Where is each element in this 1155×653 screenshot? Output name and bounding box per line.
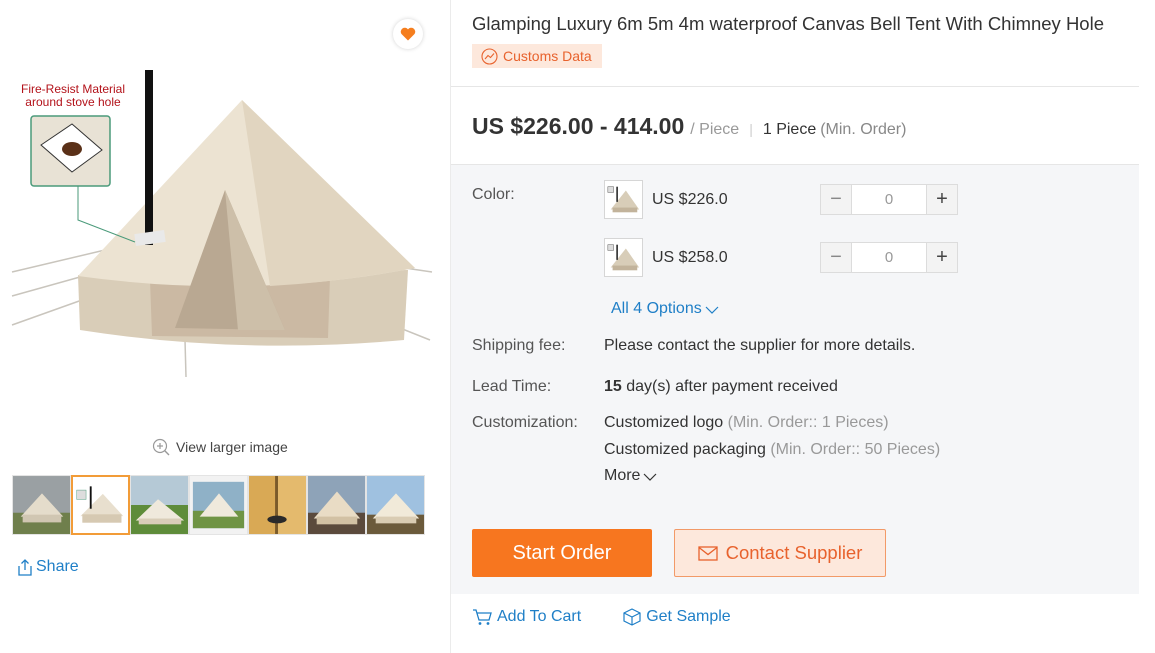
thumbnail-strip xyxy=(12,475,425,535)
contact-supplier-button[interactable]: Contact Supplier xyxy=(674,529,886,577)
customs-data-label: Customs Data xyxy=(503,48,592,64)
mail-icon xyxy=(697,545,718,561)
shipping-value: Please contact the supplier for more det… xyxy=(604,337,916,354)
image-callout-text: Fire-Resist Material around stove hole xyxy=(20,82,125,109)
lead-time-label: Lead Time: xyxy=(472,378,552,395)
quantity-stepper: − + xyxy=(820,184,958,215)
shipping-label: Shipping fee: xyxy=(472,337,566,354)
get-sample-label: Get Sample xyxy=(646,608,731,625)
customization-label: Customization: xyxy=(472,414,578,431)
secondary-actions: Add To Cart Get Sample xyxy=(472,608,731,626)
box-icon xyxy=(623,608,641,626)
main-product-image[interactable] xyxy=(10,10,435,430)
get-sample-link[interactable]: Get Sample xyxy=(623,608,731,626)
color-option-price: US $226.0 xyxy=(652,190,728,208)
color-option-price: US $258.0 xyxy=(652,248,728,266)
product-gallery: Fire-Resist Material around stove hole V… xyxy=(0,0,450,653)
share-link[interactable]: Share xyxy=(16,558,79,576)
add-to-cart-label: Add To Cart xyxy=(497,608,582,625)
price-row: US $226.00 - 414.00 / Piece | 1 Piece (M… xyxy=(472,113,906,140)
thumbnail-5[interactable] xyxy=(248,475,307,535)
color-option-row: US $226.0 − + xyxy=(604,180,958,219)
customization-name: Customized logo xyxy=(604,414,724,431)
product-info-panel: Glamping Luxury 6m 5m 4m waterproof Canv… xyxy=(450,0,1155,653)
moq-label: (Min. Order) xyxy=(820,121,907,138)
start-order-button[interactable]: Start Order xyxy=(472,529,652,577)
color-option-thumbnail[interactable] xyxy=(604,180,643,219)
price-range: US $226.00 - 414.00 xyxy=(472,113,685,139)
customization-note: (Min. Order:: 1 Pieces) xyxy=(727,414,889,431)
share-label: Share xyxy=(36,558,79,575)
thumbnail-3[interactable] xyxy=(130,475,189,535)
customization-item: Customized packaging (Min. Order:: 50 Pi… xyxy=(604,441,940,459)
price-separator: | xyxy=(749,121,753,137)
thumbnail-4[interactable] xyxy=(189,475,248,535)
price-unit: / Piece xyxy=(690,121,740,138)
divider xyxy=(451,86,1139,87)
quantity-input[interactable] xyxy=(852,184,926,215)
thumbnail-6[interactable] xyxy=(307,475,366,535)
customization-note: (Min. Order:: 50 Pieces) xyxy=(770,441,941,458)
lead-time-days: 15 xyxy=(604,378,622,395)
customs-data-badge[interactable]: Customs Data xyxy=(472,44,602,68)
chevron-down-icon xyxy=(705,306,719,314)
customization-name: Customized packaging xyxy=(604,441,766,458)
moq-value: 1 Piece xyxy=(762,121,817,138)
view-larger-link[interactable]: View larger image xyxy=(152,438,288,456)
thumbnail-2[interactable] xyxy=(71,475,130,535)
zoom-in-icon xyxy=(152,438,170,456)
favorite-button[interactable] xyxy=(393,19,423,49)
all-options-label: All 4 Options xyxy=(611,300,702,317)
cart-icon xyxy=(473,609,492,625)
contact-supplier-label: Contact Supplier xyxy=(725,542,863,563)
more-label: More xyxy=(604,467,641,484)
view-larger-label: View larger image xyxy=(176,439,288,455)
decrease-quantity-button[interactable]: − xyxy=(820,184,852,215)
quantity-stepper: − + xyxy=(820,242,958,273)
trend-chart-icon xyxy=(481,47,498,65)
thumbnail-1[interactable] xyxy=(12,475,71,535)
color-label: Color: xyxy=(472,186,515,203)
product-title: Glamping Luxury 6m 5m 4m waterproof Canv… xyxy=(472,13,1104,34)
spec-box: Color: US $226.0 − + US $258.0 − + xyxy=(451,164,1139,594)
color-option-row: US $258.0 − + xyxy=(604,238,958,277)
increase-quantity-button[interactable]: + xyxy=(926,242,958,273)
more-customization-link[interactable]: More xyxy=(604,467,657,485)
tent-illustration xyxy=(11,70,433,378)
thumbnail-7[interactable] xyxy=(366,475,425,535)
decrease-quantity-button[interactable]: − xyxy=(820,242,852,273)
add-to-cart-link[interactable]: Add To Cart xyxy=(472,608,581,626)
chevron-down-icon xyxy=(644,473,657,481)
lead-time-value: 15 day(s) after payment received xyxy=(604,378,838,396)
all-options-link[interactable]: All 4 Options xyxy=(611,300,719,318)
heart-icon xyxy=(400,27,416,41)
color-option-thumbnail[interactable] xyxy=(604,238,643,277)
share-icon xyxy=(18,559,32,576)
increase-quantity-button[interactable]: + xyxy=(926,184,958,215)
customization-item: Customized logo (Min. Order:: 1 Pieces) xyxy=(604,414,889,432)
lead-time-text: day(s) after payment received xyxy=(626,378,838,395)
quantity-input[interactable] xyxy=(852,242,926,273)
